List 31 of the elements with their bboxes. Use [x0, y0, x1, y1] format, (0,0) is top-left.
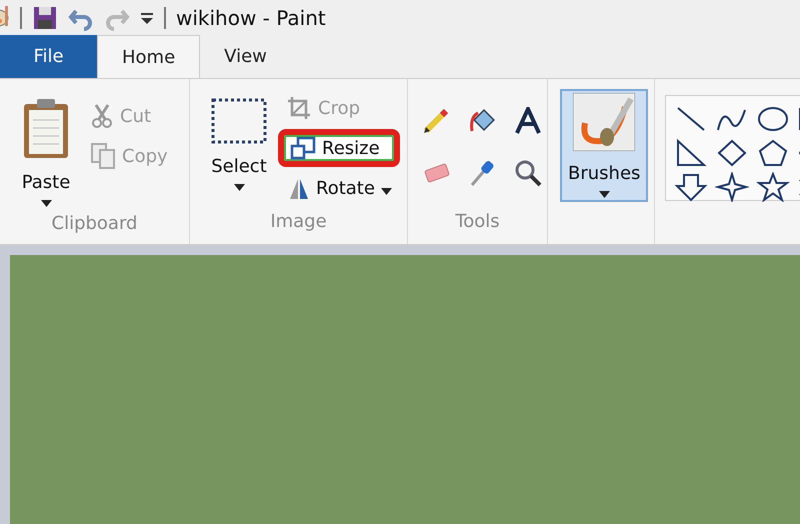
color-picker-icon[interactable] [468, 158, 496, 186]
ribbon-large-button[interactable]: Select [204, 95, 274, 194]
down-arrow-shape-icon[interactable] [674, 172, 708, 202]
ribbon-button[interactable]: Resize [278, 129, 400, 167]
resize-icon [290, 136, 316, 160]
dashed-rectangle-icon [211, 98, 267, 144]
window-title: wikihow - Paint [176, 4, 326, 32]
star-shape-icon[interactable] [756, 172, 790, 202]
crop-icon [286, 95, 312, 121]
pencil-icon[interactable] [422, 107, 450, 135]
pentagon-shape-icon[interactable] [756, 138, 790, 168]
group-label: Image [269, 210, 328, 234]
ribbon-button[interactable]: Rotate [278, 169, 400, 207]
dropdown-icon[interactable] [140, 10, 154, 24]
paintbrush-icon [573, 93, 636, 151]
scissors-icon [90, 103, 114, 129]
group-label: Tools [454, 210, 501, 234]
group-label: Clipboard [50, 212, 138, 236]
magnifier-icon[interactable] [514, 158, 542, 186]
four-point-star-icon[interactable] [715, 172, 749, 202]
diamond-shape-icon[interactable] [715, 138, 749, 168]
oval-shape-icon[interactable] [756, 104, 790, 134]
file-menu-tab[interactable]: File [0, 35, 97, 78]
copy-icon [90, 142, 116, 170]
ribbon-tab[interactable]: View [200, 35, 291, 78]
ribbon-large-button[interactable]: Paste [14, 95, 78, 210]
ribbon-large-button[interactable]: Brushes [560, 89, 648, 202]
ribbon-tab[interactable]: Home [97, 35, 200, 78]
clipboard-icon [21, 98, 71, 160]
triangle-shape-icon[interactable] [674, 138, 708, 168]
text-tool-icon[interactable] [514, 107, 542, 135]
